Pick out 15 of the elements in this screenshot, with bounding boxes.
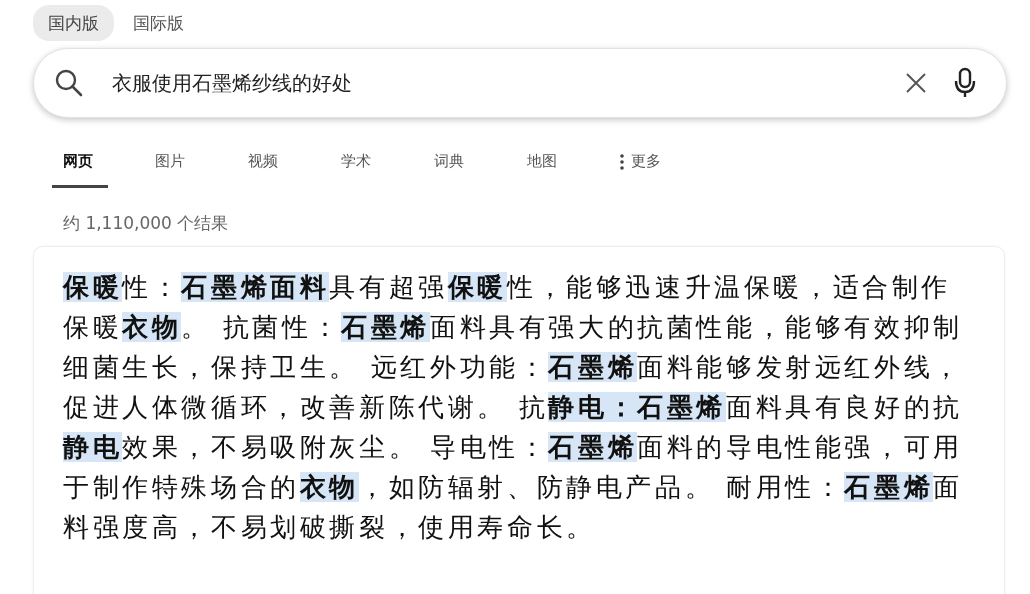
close-icon[interactable] [905, 72, 927, 94]
result-count: 约 1,110,000 个结果 [63, 212, 230, 235]
search-field[interactable]: 衣服使用石墨烯纱线的好处 [33, 48, 1007, 118]
search-icon[interactable] [55, 69, 83, 97]
answer-text: 保暖性：石墨烯面料具有超强保暖性，能够迅速升温保暖，适合制作保暖衣物。 抗菌性：石墨烯面料具有强大的抗菌性能，能够有效抑制细菌生长，保持卫生。 远红外功能：石墨烯面料能够发射远红外线，促进人体微循环，改善新陈代谢。 抗静电：石墨烯面料具有良好的抗静电效果，不易吸附灰尘。 导电性：石墨烯面料的导电性能强，可用于制作特殊场合的衣物，如防辐射、防静电产品。 耐用性：石墨烯面料强度高，不易划破撕裂，使用寿命长。 [63, 271, 964, 544]
nav-tab[interactable]: 地图 [517, 144, 610, 188]
nav-tab[interactable]: 词典 [424, 144, 517, 188]
nav-tab[interactable]: 学术 [331, 144, 424, 188]
microphone-icon[interactable] [953, 67, 977, 99]
version-tab[interactable]: 国内版 [33, 5, 114, 41]
nav-tab[interactable]: 更多 [610, 144, 703, 188]
nav-tab[interactable]: 图片 [145, 144, 238, 188]
version-tab[interactable]: 国际版 [118, 5, 199, 41]
nav-tab[interactable]: 视频 [238, 144, 331, 188]
more-icon [620, 154, 624, 170]
